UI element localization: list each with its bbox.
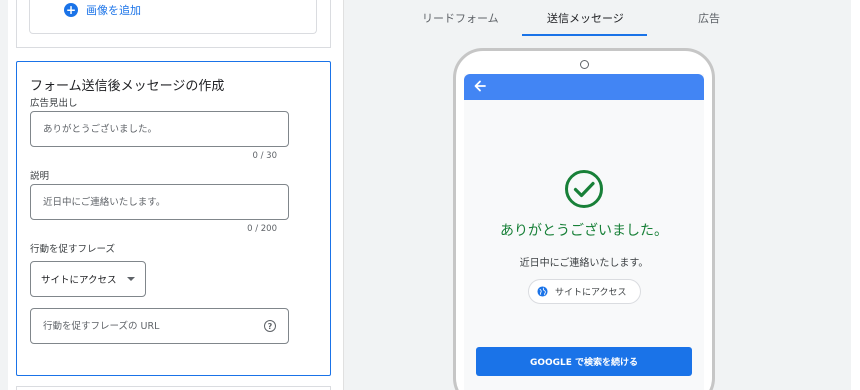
headline-label: 広告見出し <box>30 98 78 109</box>
message-editor-card: フォーム送信後メッセージの作成 広告見出し 0 / 30 説明 0 / 200 … <box>16 61 331 376</box>
phone-frame: ありがとうございました。 近日中にご連絡いたします。 サイトにアクセス GOOG… <box>453 48 715 390</box>
editor-panel: + 画像を追加 フォーム送信後メッセージの作成 広告見出し 0 / 30 説明 … <box>0 0 344 390</box>
description-counter: 0 / 200 <box>247 224 277 234</box>
plus-icon: + <box>64 3 78 17</box>
check-circle-icon <box>565 170 603 208</box>
camera-icon <box>580 60 589 69</box>
cta-url-field[interactable]: ? <box>30 308 289 344</box>
back-arrow-icon[interactable] <box>473 79 487 96</box>
visit-site-chip[interactable]: サイトにアクセス <box>528 279 641 304</box>
editor-panel-surface: + 画像を追加 フォーム送信後メッセージの作成 広告見出し 0 / 30 説明 … <box>0 0 344 390</box>
tab-lead-form[interactable]: リードフォーム <box>422 10 499 26</box>
section-title: フォーム送信後メッセージの作成 <box>30 79 225 94</box>
cta-label: 行動を促すフレーズ <box>30 244 116 255</box>
tab-ad[interactable]: 広告 <box>698 10 720 26</box>
thanks-heading: ありがとうございました。 <box>500 223 668 239</box>
preview-tabs: リードフォーム 送信メッセージ 広告 <box>344 0 851 36</box>
screen-header-bar <box>464 74 704 100</box>
visit-site-label: サイトにアクセス <box>555 288 627 298</box>
help-icon[interactable]: ? <box>264 320 276 332</box>
cta-select[interactable]: サイトにアクセス <box>30 261 146 297</box>
globe-icon <box>537 286 548 297</box>
phone-screen: ありがとうございました。 近日中にご連絡いたします。 サイトにアクセス GOOG… <box>464 74 704 390</box>
add-image-box: + 画像を追加 <box>29 0 317 34</box>
description-field[interactable] <box>30 184 289 220</box>
headline-field[interactable] <box>30 111 289 147</box>
active-tab-indicator <box>522 34 647 36</box>
cta-selected-value: サイトにアクセス <box>41 275 117 286</box>
chevron-down-icon <box>127 277 135 281</box>
image-card: + 画像を追加 <box>16 0 331 48</box>
right-edge <box>851 0 860 390</box>
next-card <box>16 386 331 390</box>
google-search-button[interactable]: GOOGLE で検索を続ける <box>476 347 692 376</box>
thanks-description: 近日中にご連絡いたします。 <box>519 258 649 269</box>
left-strip <box>0 0 8 390</box>
add-image-button[interactable]: + 画像を追加 <box>64 2 141 18</box>
preview-panel: リードフォーム 送信メッセージ 広告 ありがとうございました。 近日中にご連絡い… <box>344 0 860 390</box>
headline-counter: 0 / 30 <box>252 151 278 161</box>
description-input[interactable] <box>31 185 288 219</box>
description-label: 説明 <box>30 171 50 182</box>
headline-input[interactable] <box>31 112 288 146</box>
tab-submit-message[interactable]: 送信メッセージ <box>547 10 624 26</box>
add-image-label: 画像を追加 <box>86 4 141 17</box>
cta-url-input[interactable] <box>31 309 288 343</box>
